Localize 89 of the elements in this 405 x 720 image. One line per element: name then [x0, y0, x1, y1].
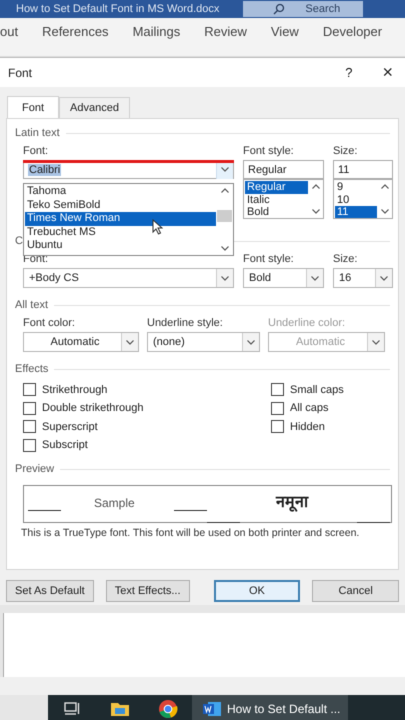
size-field[interactable]: 11 [333, 160, 393, 179]
document-app-icon [202, 701, 222, 717]
field-label: Font style: [243, 253, 294, 265]
list-item[interactable]: 10 [335, 194, 377, 206]
dropdown[interactable]: +Body CS [23, 268, 234, 288]
checkbox[interactable] [23, 420, 36, 434]
section-heading: All text [15, 299, 48, 311]
dialog-button[interactable]: Set As Default [6, 580, 94, 602]
task-view-icon [64, 702, 80, 716]
field-label: Font style: [243, 145, 294, 157]
dropdown[interactable]: 16 [333, 268, 393, 288]
dialog-title: Font [8, 66, 34, 80]
ribbon-tab[interactable]: References [42, 24, 109, 38]
list-item[interactable]: Bold [245, 206, 308, 218]
folder-icon [110, 701, 130, 717]
window-title: How to Set Default Font in MS Word.docx [16, 3, 220, 15]
chevron-down-icon [221, 167, 229, 172]
section-heading: C [15, 235, 23, 247]
chevron-down-icon [220, 246, 228, 251]
checkbox[interactable] [23, 402, 36, 415]
section-heading: Effects [15, 363, 48, 375]
search-icon [273, 3, 286, 15]
list-item[interactable]: 9 [335, 181, 377, 194]
list-item[interactable]: 11 [335, 206, 377, 218]
dropdown[interactable]: (none) [147, 332, 260, 352]
checkbox-label: Superscript [42, 420, 98, 433]
field-label: Size: [333, 145, 358, 157]
dialog-button[interactable]: Text Effects... [106, 580, 190, 602]
browser-icon [158, 699, 178, 719]
checkbox[interactable] [271, 383, 284, 396]
list-item[interactable]: Regular [245, 181, 308, 194]
ribbon-tab[interactable]: Review [204, 24, 247, 38]
style-list[interactable]: Regular Italic Bold [243, 179, 324, 219]
ribbon-tab[interactable]: out [0, 24, 18, 38]
dialog-button[interactable]: OK [214, 580, 300, 602]
font-dropdown-list[interactable]: Tahoma Teko SemiBold Times New Roman Trebuchet MS Ubuntu [23, 183, 234, 256]
list-item[interactable]: Teko SemiBold [25, 198, 216, 212]
ribbon-tab[interactable]: Mailings [132, 24, 180, 38]
chevron-up-icon [220, 188, 228, 193]
chevron-down-icon [311, 276, 319, 280]
checkbox[interactable] [23, 383, 36, 396]
checkbox-label: Hidden [290, 420, 325, 433]
list-item[interactable]: Italic [245, 194, 308, 206]
chevron-down-icon [247, 340, 255, 344]
field-label: Underline style: [147, 317, 223, 329]
chevron-down-icon [312, 209, 320, 214]
cursor-icon [152, 219, 163, 235]
checkbox[interactable] [271, 402, 284, 415]
field-label: Font color: [23, 317, 75, 329]
chevron-down-icon [372, 340, 380, 344]
preview-sample: Sample [94, 496, 135, 510]
ribbon-tab[interactable]: View [270, 24, 299, 38]
chevron-up-icon [312, 184, 320, 189]
chevron-down-icon [380, 276, 388, 280]
section-heading: Preview [15, 463, 54, 475]
help-button[interactable]: ? [345, 65, 352, 80]
font-note: This is a TrueType font. This font will be used on both printer and screen. [21, 527, 360, 539]
chevron-up-icon [380, 184, 388, 189]
chevron-down-icon [221, 276, 229, 280]
search-field[interactable]: Search [243, 1, 364, 17]
list-item[interactable]: Trebuchet MS [25, 226, 216, 239]
checkbox[interactable] [271, 420, 284, 434]
preview-sample: नमूना [276, 491, 308, 512]
checkbox-label: Subscript [42, 439, 88, 452]
list-item[interactable]: Times New Roman [25, 212, 216, 226]
style-field[interactable]: Regular [243, 160, 324, 179]
checkbox-label: Strikethrough [42, 384, 108, 396]
dialog-button[interactable]: Cancel [312, 580, 399, 602]
list-item[interactable]: Tahoma [25, 185, 216, 198]
close-button[interactable]: × [382, 62, 393, 83]
checkbox-label: Double strikethrough [42, 402, 144, 414]
chevron-down-icon [380, 209, 388, 214]
section-heading: Latin text [15, 127, 60, 139]
tab[interactable]: Font [7, 96, 60, 119]
tab[interactable]: Advanced [59, 97, 130, 118]
list-item[interactable]: Ubuntu [25, 239, 216, 252]
checkbox-label: Small caps [290, 384, 344, 396]
size-list[interactable]: 9 10 11 [333, 179, 393, 219]
scrollbar-thumb[interactable] [217, 210, 232, 222]
field-label: Font: [23, 145, 48, 157]
checkbox[interactable] [23, 438, 36, 452]
field-label: Size: [333, 253, 358, 265]
dropdown[interactable]: Bold [243, 268, 324, 288]
ribbon-tab[interactable]: Developer [322, 24, 382, 38]
dropdown[interactable]: Automatic [23, 332, 139, 352]
taskbar-item[interactable]: How to Set Default ... [192, 695, 348, 720]
field-label: Underline color: [268, 317, 346, 329]
chevron-down-icon [126, 340, 134, 344]
checkbox-label: All caps [290, 402, 329, 414]
